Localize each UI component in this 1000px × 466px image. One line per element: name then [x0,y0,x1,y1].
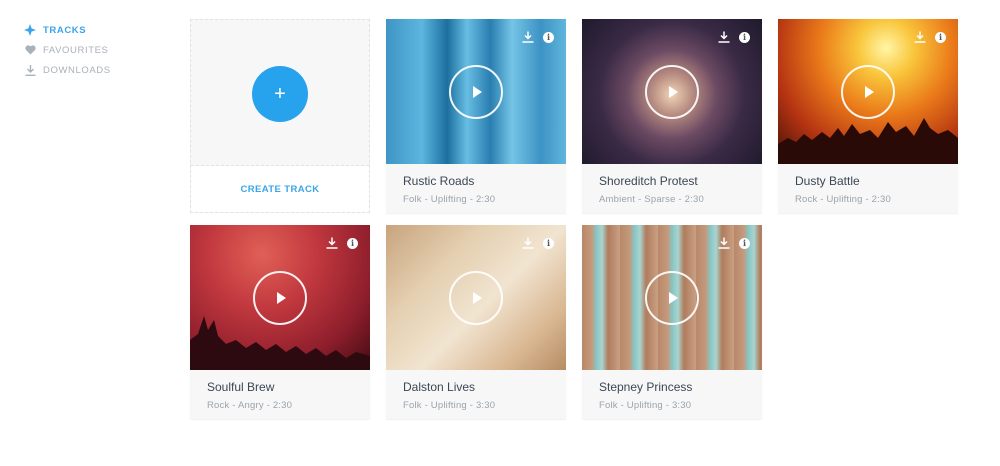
play-button[interactable] [841,65,895,119]
track-title: Dalston Lives [403,380,476,394]
track-title: Soulful Brew [207,380,275,394]
info-icon[interactable]: i [543,31,554,43]
track-card[interactable]: i Dusty Battle Rock - Uplifting - 2:30 [778,19,958,213]
track-card[interactable]: i Dalston Lives Folk - Uplifting - 3:30 [386,225,566,419]
download-icon[interactable] [326,237,338,249]
track-meta: Folk - Uplifting - 3:30 [599,400,692,411]
track-card[interactable]: i Soulful Brew Rock - Angry - 2:30 [190,225,370,419]
info-icon[interactable]: i [935,31,946,43]
info-icon[interactable]: i [347,237,358,249]
download-icon[interactable] [718,31,730,43]
track-title: Stepney Princess [599,380,693,394]
track-title: Shoreditch Protest [599,174,698,188]
track-artwork: i [386,19,566,164]
heart-icon [24,44,36,56]
track-meta: Rock - Angry - 2:30 [207,400,293,411]
tracks-icon [24,24,36,36]
create-track-area: + [191,20,369,166]
create-track-label: CREATE TRACK [240,183,320,195]
track-artwork: i [190,225,370,370]
download-icon[interactable] [914,31,926,43]
sidebar-item-label: FAVOURITES [43,44,109,56]
track-card[interactable]: i Shoreditch Protest Ambient - Sparse - … [582,19,762,213]
play-icon [669,292,678,304]
info-icon[interactable]: i [543,237,554,249]
download-icon[interactable] [522,31,534,43]
track-artwork: i [582,225,762,370]
sidebar: TRACKS FAVOURITES DOWNLOADS [24,20,164,80]
download-icon[interactable] [718,237,730,249]
track-artwork: i [386,225,566,370]
sidebar-item-label: TRACKS [43,24,87,36]
sidebar-item-downloads[interactable]: DOWNLOADS [24,60,164,80]
play-icon [865,86,874,98]
play-button[interactable] [253,271,307,325]
add-track-button[interactable]: + [252,66,308,122]
sidebar-item-favourites[interactable]: FAVOURITES [24,40,164,60]
plus-icon: + [274,82,286,105]
sidebar-item-label: DOWNLOADS [43,64,111,76]
track-artwork: i [778,19,958,164]
play-icon [277,292,286,304]
download-icon[interactable] [522,237,534,249]
track-artwork: i [582,19,762,164]
track-meta: Folk - Uplifting - 3:30 [403,400,496,411]
info-icon[interactable]: i [739,31,750,43]
track-meta: Ambient - Sparse - 2:30 [599,194,704,205]
play-button[interactable] [645,65,699,119]
info-icon[interactable]: i [739,237,750,249]
track-card[interactable]: i Rustic Roads Folk - Uplifting - 2:30 [386,19,566,213]
play-icon [669,86,678,98]
sidebar-item-tracks[interactable]: TRACKS [24,20,164,40]
play-button[interactable] [645,271,699,325]
create-track-card[interactable]: + CREATE TRACK [190,19,370,213]
play-icon [473,292,482,304]
play-button[interactable] [449,271,503,325]
track-card[interactable]: i Stepney Princess Folk - Uplifting - 3:… [582,225,762,419]
create-track-footer[interactable]: CREATE TRACK [191,166,369,212]
play-icon [473,86,482,98]
play-button[interactable] [449,65,503,119]
track-meta: Rock - Uplifting - 2:30 [795,194,891,205]
track-title: Rustic Roads [403,174,475,188]
track-title: Dusty Battle [795,174,860,188]
download-icon [24,64,36,76]
track-meta: Folk - Uplifting - 2:30 [403,194,496,205]
